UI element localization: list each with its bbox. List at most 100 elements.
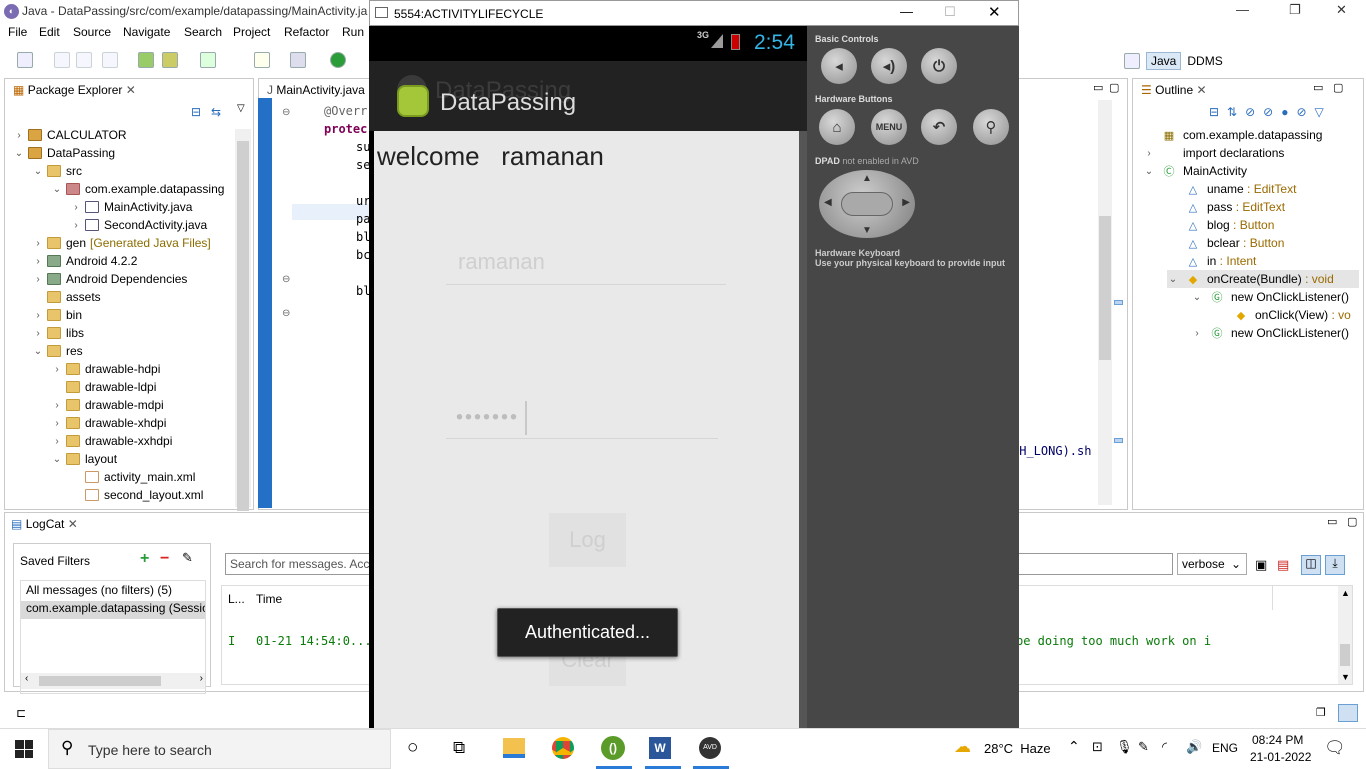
expand-toggle-icon[interactable]: ⌄ — [1167, 274, 1179, 285]
home-icon[interactable]: ⌂ — [819, 109, 855, 145]
logcat-minimize-icon[interactable]: ▭ — [1327, 515, 1337, 528]
tree-item[interactable]: › CALCULATOR — [13, 126, 126, 144]
filter-hscrollbar[interactable]: ‹ › — [21, 673, 205, 689]
power-icon[interactable]: ⏻ — [921, 48, 957, 84]
volume-up-icon[interactable]: ◂) — [871, 48, 907, 84]
save-all-icon[interactable] — [76, 52, 92, 68]
back-icon[interactable]: ↶ — [921, 109, 957, 145]
menu-button[interactable]: MENU — [871, 109, 907, 145]
tree-item[interactable]: ⌄ layout — [51, 450, 117, 468]
outline-item[interactable]: △ bclear : Button — [1167, 234, 1285, 252]
task-view-icon[interactable]: ⧉ — [453, 738, 465, 758]
run-icon[interactable] — [330, 52, 346, 68]
tree-item[interactable]: › Android 4.2.2 — [32, 252, 137, 270]
eclipse-taskbar-icon[interactable]: () — [601, 736, 625, 760]
tree-item[interactable]: drawable-ldpi — [51, 378, 156, 396]
restore-view-icon[interactable]: ❐ — [1316, 706, 1326, 719]
dpad-left-icon[interactable]: ◀ — [824, 197, 832, 208]
tab-main-activity[interactable]: J MainActivity.java — [261, 79, 371, 101]
tree-item[interactable]: › drawable-xxhdpi — [51, 432, 172, 450]
avd-manager-icon[interactable] — [162, 52, 178, 68]
tree-item[interactable]: ⌄ src — [32, 162, 82, 180]
outline-item[interactable]: △ blog : Button — [1167, 216, 1275, 234]
username-field[interactable]: ramanan — [446, 249, 726, 285]
tab-logcat[interactable]: ▤ LogCat ✕ — [5, 513, 84, 535]
col-time-header[interactable]: Time — [256, 592, 282, 606]
print-icon[interactable] — [102, 52, 118, 68]
trim-stack-icon[interactable] — [1338, 704, 1358, 722]
view-menu-icon[interactable]: ▽ — [237, 103, 245, 114]
outline-maximize-icon[interactable]: ▢ — [1333, 81, 1343, 94]
outline-item[interactable]: › Ⓖnew OnClickListener() — [1191, 324, 1349, 342]
filter-item[interactable]: com.example.datapassing (Session — [21, 601, 205, 619]
save-log-icon[interactable]: ▣ — [1255, 557, 1267, 573]
clear-log-icon[interactable]: ▤ — [1277, 557, 1289, 573]
expand-toggle-icon[interactable]: › — [70, 202, 82, 213]
col-level-header[interactable]: L... — [228, 592, 245, 606]
tree-item[interactable]: › drawable-mdpi — [51, 396, 163, 414]
tab-package-explorer[interactable]: ▦ Package Explorer ✕ — [7, 79, 142, 101]
clock-time[interactable]: 08:24 PM — [1252, 733, 1303, 747]
outline-item[interactable]: ◆ onClick(View) : vo — [1215, 306, 1351, 324]
expand-toggle-icon[interactable]: › — [70, 220, 82, 231]
microphone-icon[interactable]: 🎙 — [1116, 739, 1133, 755]
outline-item[interactable]: ⌄ Ⓒ MainActivity — [1143, 162, 1247, 180]
tree-item[interactable]: › gen [Generated Java Files] — [32, 234, 210, 252]
expand-toggle-icon[interactable]: › — [13, 130, 25, 141]
search-icon[interactable]: ⚲ — [973, 109, 1009, 145]
expand-toggle-icon[interactable]: ⌄ — [32, 346, 44, 357]
menu-project[interactable]: Project — [233, 25, 270, 39]
menu-edit[interactable]: Edit — [39, 25, 60, 39]
tree-item[interactable]: › MainActivity.java — [70, 198, 192, 216]
weather-text[interactable]: 28°C Haze — [984, 741, 1051, 756]
tree-item[interactable]: second_layout.xml — [70, 486, 203, 504]
dpad-up-icon[interactable]: ▲ — [862, 173, 872, 184]
expand-toggle-icon[interactable]: ⌄ — [1191, 292, 1203, 303]
dpad-down-icon[interactable]: ▼ — [862, 225, 872, 236]
add-filter-icon[interactable]: + — [140, 550, 149, 568]
toggle-filters-icon[interactable]: ◫ — [1301, 555, 1321, 575]
remove-filter-icon[interactable]: − — [160, 550, 169, 568]
volume-down-icon[interactable]: ◂ — [821, 48, 857, 84]
expand-toggle-icon[interactable]: ⌄ — [1143, 166, 1155, 177]
lint-icon[interactable] — [200, 52, 216, 68]
fold-icon[interactable]: ⊖ — [282, 308, 290, 319]
logcat-maximize-icon[interactable]: ▢ — [1347, 515, 1357, 528]
expand-toggle-icon[interactable]: › — [51, 436, 63, 447]
expand-toggle-icon[interactable]: › — [1143, 148, 1155, 159]
expand-toggle-icon[interactable]: › — [32, 310, 44, 321]
expand-toggle-icon[interactable]: › — [32, 274, 44, 285]
cortana-icon[interactable]: ○ — [407, 737, 418, 759]
editor-maximize-icon[interactable]: ▢ — [1109, 81, 1119, 94]
weather-icon[interactable]: ☁ — [954, 737, 971, 757]
password-field[interactable]: ••••••• — [446, 401, 718, 439]
windows-start-icon[interactable] — [15, 740, 33, 758]
open-perspective-icon[interactable] — [1124, 53, 1140, 69]
menu-search[interactable]: Search — [184, 25, 222, 39]
word-icon[interactable]: W — [649, 737, 671, 759]
tree-item[interactable]: assets — [32, 288, 101, 306]
editor-minimize-icon[interactable]: ▭ — [1093, 81, 1103, 94]
tree-item[interactable]: ⌄ com.example.datapassing — [51, 180, 225, 198]
expand-toggle-icon[interactable]: ⌄ — [13, 148, 25, 159]
editor-scrollbar[interactable] — [1098, 100, 1112, 505]
restore-button[interactable]: ❐ — [1289, 2, 1301, 18]
tree-item[interactable]: › Android Dependencies — [32, 270, 187, 288]
chrome-icon[interactable] — [552, 737, 574, 759]
outline-minimize-icon[interactable]: ▭ — [1313, 81, 1323, 94]
dpad-right-icon[interactable]: ▶ — [902, 197, 910, 208]
new-icon[interactable] — [17, 52, 33, 68]
taskbar-search[interactable]: ⚲ Type here to search — [48, 729, 391, 769]
fold-icon[interactable]: ⊖ — [282, 107, 290, 118]
menu-run[interactable]: Run — [342, 25, 364, 39]
pen-icon[interactable]: ✎ — [1138, 739, 1149, 755]
outline-item[interactable]: △ pass : EditText — [1167, 198, 1285, 216]
save-icon[interactable] — [54, 52, 70, 68]
tree-item[interactable]: › drawable-xhdpi — [51, 414, 166, 432]
expand-toggle-icon[interactable]: › — [51, 364, 63, 375]
overview-marker[interactable] — [1114, 438, 1123, 443]
expand-toggle-icon[interactable]: › — [32, 238, 44, 249]
volume-icon[interactable]: 🔊 — [1186, 739, 1202, 755]
emulator-close-button[interactable]: ✕ — [988, 3, 1001, 21]
overview-marker[interactable] — [1114, 300, 1123, 305]
